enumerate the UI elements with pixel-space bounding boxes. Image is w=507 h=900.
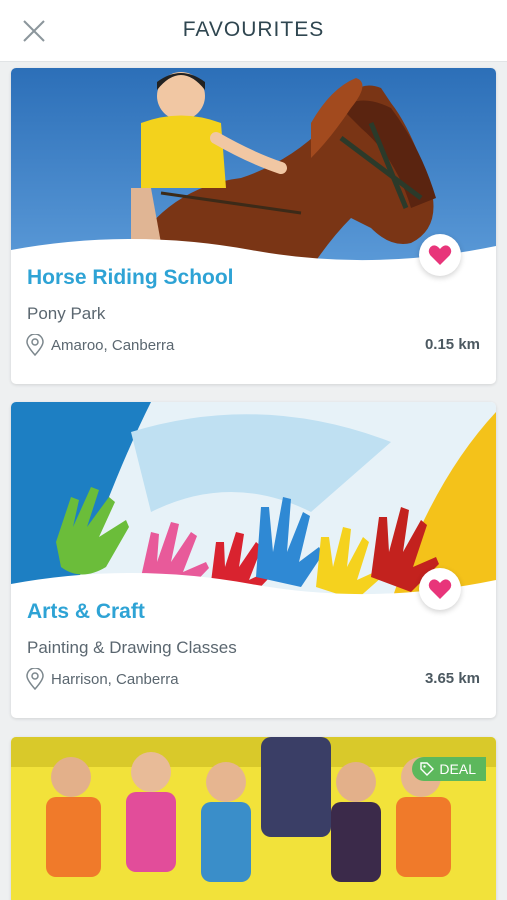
favourite-button[interactable] <box>419 234 461 276</box>
location-pin-icon <box>26 668 44 690</box>
favourite-button[interactable] <box>419 568 461 610</box>
distance-label: 0.15 km <box>424 336 480 353</box>
card-title: Arts & Craft <box>27 600 145 623</box>
location-text: Harrison, Canberra <box>51 670 179 688</box>
favourite-card-horse-riding[interactable]: Horse Riding School Pony Park Amaroo, Ca… <box>11 68 496 384</box>
distance-label: 3.65 km <box>424 670 480 687</box>
page-title: FAVOURITES <box>182 18 325 41</box>
card-subtitle: Pony Park <box>27 304 106 323</box>
location-pin-icon <box>26 334 44 356</box>
heart-icon <box>428 579 452 599</box>
location-row: Amaroo, Canberra <box>25 334 174 356</box>
location-row: Harrison, Canberra <box>25 668 179 690</box>
heart-icon <box>428 245 452 265</box>
favourite-card-arts-craft[interactable]: Arts & Craft Painting & Drawing Classes … <box>11 402 496 718</box>
top-bar: FAVOURITES <box>0 0 507 62</box>
card-title: Horse Riding School <box>27 266 234 289</box>
tag-icon <box>420 762 435 776</box>
deal-badge-label: DEAL <box>439 761 476 777</box>
favourite-card-gymnastics[interactable]: DEAL <box>11 737 496 900</box>
deal-badge: DEAL <box>412 757 486 781</box>
card-subtitle: Painting & Drawing Classes <box>27 638 237 657</box>
location-text: Amaroo, Canberra <box>51 336 175 354</box>
